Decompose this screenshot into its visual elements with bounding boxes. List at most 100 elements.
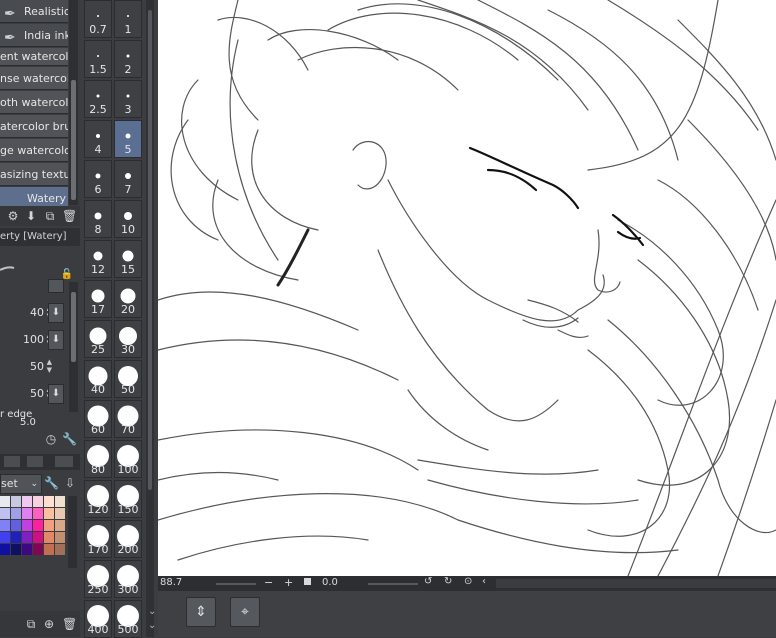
color-swatch[interactable] [33,532,43,543]
reset-rotation-icon[interactable]: ⊙ [464,576,472,587]
color-swatch[interactable] [55,544,65,555]
brush-size-cell[interactable]: 100 [114,440,142,478]
color-swatch[interactable] [44,520,54,531]
brush-size-cell[interactable]: 300 [114,560,142,598]
zoom-slider[interactable] [216,583,256,585]
color-swatch[interactable] [11,496,21,507]
color-swatch[interactable] [44,496,54,507]
brush-size-cell[interactable]: 3 [114,80,142,118]
color-swatch[interactable] [55,508,65,519]
color-swatch[interactable] [44,544,54,555]
property-value[interactable]: 100 [23,333,44,346]
brush-size-cell[interactable]: 20 [114,280,142,318]
brush-size-cell[interactable]: 6 [84,160,112,198]
color-swatch[interactable] [55,520,65,531]
brush-size-cell[interactable]: 1.5 [84,40,112,78]
color-swatch[interactable] [11,544,21,555]
brush-item[interactable]: ent watercolor [0,48,68,66]
color-swatch[interactable] [11,520,21,531]
settings-icon[interactable]: ⚙ [6,209,20,223]
color-swatch[interactable] [22,532,32,543]
tab-color-set[interactable] [27,456,43,467]
brush-size-cell[interactable]: 2 [114,40,142,78]
size-panel-scrollbar[interactable] [146,0,154,637]
brush-size-cell[interactable]: 30 [114,320,142,358]
spinner-icon[interactable]: ▲▼ [47,358,52,374]
color-swatch[interactable] [22,520,32,531]
scroll-thumb[interactable] [148,10,152,490]
tool-property-tab[interactable]: erty [Watery] [0,228,80,246]
color-swatch[interactable] [0,496,10,507]
zoom-value[interactable]: 88.7 [160,577,182,588]
color-swatch[interactable] [0,532,10,543]
color-swatch[interactable] [0,544,10,555]
brush-size-cell[interactable]: 8 [84,200,112,238]
rotate-right-icon[interactable]: ↻ [444,576,452,587]
color-swatch[interactable] [22,496,32,507]
trash-icon[interactable]: 🗑 [62,209,77,223]
color-swatch[interactable] [33,508,43,519]
brush-size-cell[interactable]: 25 [84,320,112,358]
zoom-in-icon[interactable]: + [284,576,293,589]
flip-icon[interactable]: ‹ [482,576,486,587]
brush-size-cell[interactable]: 170 [84,520,112,558]
brush-size-cell[interactable]: 5 [114,120,142,158]
edge-value[interactable]: 5.0 [20,417,36,428]
color-swatch[interactable] [55,496,65,507]
color-swatch[interactable] [0,520,10,531]
brush-size-cell[interactable]: 400 [84,600,112,638]
brush-size-cell[interactable]: 2.5 [84,80,112,118]
property-row-edge[interactable]: r edge 5.0 [0,408,66,428]
brush-size-cell[interactable]: 4 [84,120,112,158]
color-swatch[interactable] [22,508,32,519]
pressure-icon[interactable]: ⬇ [48,303,64,323]
brush-size-cell[interactable]: 1 [114,0,142,38]
download-icon[interactable]: ⬇ [24,209,38,223]
brush-size-cell[interactable]: 120 [84,480,112,518]
brush-size-cell[interactable]: 200 [114,520,142,558]
rotate-left-icon[interactable]: ↺ [424,576,432,587]
color-swatch[interactable] [22,544,32,555]
color-swatch[interactable] [44,508,54,519]
brush-item[interactable]: atercolor brush [0,115,68,138]
chevron-down-icon[interactable]: ⌄ [148,620,156,631]
rotation-value[interactable]: 0.0 [322,577,338,588]
brush-size-cell[interactable]: 60 [84,400,112,438]
brush-size-cell[interactable]: 12 [84,240,112,278]
brush-item-india-ink[interactable]: ✒ India ink [0,24,68,47]
scroll-thumb[interactable] [71,80,76,200]
brush-size-cell[interactable]: 40 [84,360,112,398]
navigator-fit-button[interactable]: ⇕ [186,597,216,627]
brush-item[interactable]: asizing texture [0,163,68,186]
copy-icon[interactable]: ⧉ [24,617,38,631]
canvas-h-scrollbar[interactable] [496,579,776,588]
trash-icon[interactable]: 🗑 [62,617,77,631]
pressure-icon[interactable]: ⬇ [48,384,64,404]
color-swatch[interactable] [11,508,21,519]
export-icon[interactable]: ⇩ [63,476,77,490]
rotation-slider[interactable] [368,583,418,585]
timer-icon[interactable]: ◷ [44,432,58,446]
wrench-icon[interactable]: 🔧 [44,476,59,490]
brush-size-cell[interactable]: 0.7 [84,0,112,38]
property-row[interactable]: 50 ▲ ▼ [0,356,66,378]
color-swatch[interactable] [33,496,43,507]
navigator-center-button[interactable]: ⌖ [230,597,260,627]
brush-size-cell[interactable]: 17 [84,280,112,318]
fit-icon[interactable] [304,578,311,585]
tab-color-history[interactable] [55,456,73,467]
tab-color-wheel[interactable] [4,456,20,467]
brush-size-cell[interactable]: 250 [84,560,112,598]
palette-scrollbar[interactable] [68,496,77,568]
property-row[interactable]: 100 ▲▼ ⬇ [0,329,66,351]
brush-size-cell[interactable]: 10 [114,200,142,238]
zoom-out-icon[interactable]: − [264,576,273,589]
pressure-icon[interactable]: ⬇ [48,330,64,350]
property-value[interactable]: 40 [30,306,44,319]
brush-item[interactable]: oth watercolor [0,91,68,114]
property-row[interactable]: 40 ▲▼ ⬇ [0,302,66,324]
color-swatch[interactable] [33,520,43,531]
color-swatch[interactable] [44,532,54,543]
property-button[interactable] [48,279,64,293]
color-swatch[interactable] [11,532,21,543]
